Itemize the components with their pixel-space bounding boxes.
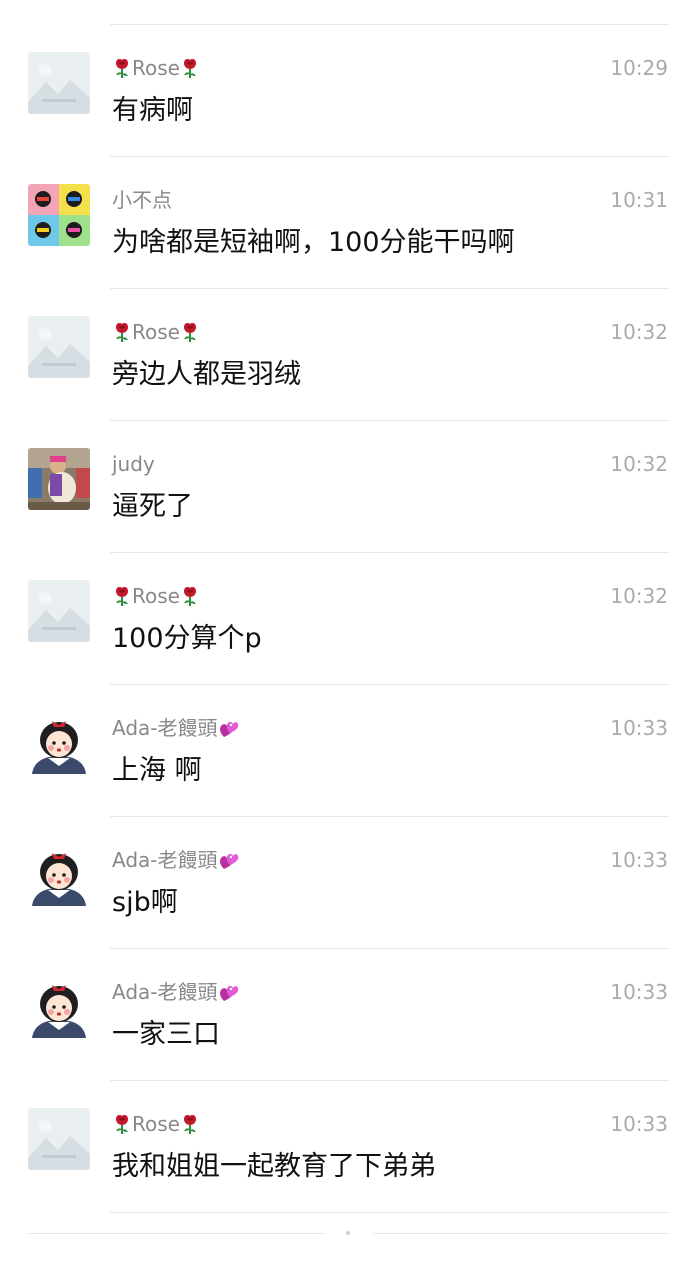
message-item[interactable]: Rose 10:29 有病啊	[0, 25, 697, 157]
avatar-kid-photo[interactable]	[28, 448, 90, 510]
message-item[interactable]: Rose 10:33 我和姐姐一起教育了下弟弟	[0, 1081, 697, 1213]
rose-icon	[112, 585, 132, 607]
rose-icon	[112, 1113, 132, 1135]
heart-icon	[218, 981, 238, 1003]
avatar-placeholder-image[interactable]	[28, 1108, 90, 1170]
rose-icon	[180, 57, 200, 79]
message-text[interactable]: 有病啊	[112, 93, 193, 129]
message-time: 10:32	[610, 320, 668, 344]
message-item[interactable]: Rose 10:32 旁边人都是羽绒	[0, 289, 697, 421]
sender-name[interactable]: Rose	[112, 55, 200, 81]
heart-icon	[218, 717, 238, 739]
message-time: 10:33	[610, 980, 668, 1004]
avatar-cartoon-girl[interactable]	[28, 712, 90, 774]
sender-name[interactable]: Rose	[112, 1111, 200, 1137]
message-item[interactable]: Rose 10:32 100分算个p	[0, 553, 697, 685]
message-time: 10:33	[610, 1112, 668, 1136]
message-item[interactable]: judy 10:32 逼死了	[0, 421, 697, 553]
message-text[interactable]: 上海 啊	[112, 753, 202, 789]
message-time: 10:31	[610, 188, 668, 212]
message-text[interactable]: 为啥都是短袖啊，100分能干吗啊	[112, 225, 515, 261]
message-time: 10:32	[610, 452, 668, 476]
message-item[interactable]: Ada-老饅頭 10:33 一家三口	[0, 949, 697, 1081]
message-item[interactable]: Ada-老饅頭 10:33 sjb啊	[0, 817, 697, 949]
rose-icon	[180, 585, 200, 607]
sender-name[interactable]: Rose	[112, 583, 200, 609]
message-time: 10:33	[610, 716, 668, 740]
sender-name[interactable]: Ada-老饅頭	[112, 847, 238, 873]
divider	[110, 1212, 669, 1213]
sender-name[interactable]: Rose	[112, 319, 200, 345]
avatar-placeholder-image[interactable]	[28, 580, 90, 642]
sender-name[interactable]: Ada-老饅頭	[112, 979, 238, 1005]
message-text[interactable]: 一家三口	[112, 1017, 220, 1053]
sender-name[interactable]: judy	[112, 451, 155, 477]
message-text[interactable]: 旁边人都是羽绒	[112, 357, 301, 393]
message-item[interactable]: Ada-老饅頭 10:33 上海 啊	[0, 685, 697, 817]
message-item[interactable]: 小不点 10:31 为啥都是短袖啊，100分能干吗啊	[0, 157, 697, 289]
rose-icon	[112, 321, 132, 343]
avatar-cartoon-girl[interactable]	[28, 844, 90, 906]
message-text[interactable]: 逼死了	[112, 489, 193, 525]
end-divider-right	[373, 1233, 669, 1234]
end-divider-left	[28, 1233, 325, 1234]
message-text[interactable]: 100分算个p	[112, 621, 262, 657]
sender-name[interactable]: Ada-老饅頭	[112, 715, 238, 741]
avatar-placeholder-image[interactable]	[28, 316, 90, 378]
avatar-cartoon-girl[interactable]	[28, 976, 90, 1038]
avatar-placeholder-image[interactable]	[28, 52, 90, 114]
message-time: 10:32	[610, 584, 668, 608]
rose-icon	[180, 321, 200, 343]
rose-icon	[180, 1113, 200, 1135]
message-text[interactable]: 我和姐姐一起教育了下弟弟	[112, 1149, 436, 1185]
sender-name[interactable]: 小不点	[112, 187, 172, 213]
message-time: 10:33	[610, 848, 668, 872]
rose-icon	[112, 57, 132, 79]
message-time: 10:29	[610, 56, 668, 80]
end-dot	[346, 1231, 350, 1235]
heart-icon	[218, 849, 238, 871]
avatar-four-panel-photo[interactable]	[28, 184, 90, 246]
message-text[interactable]: sjb啊	[112, 885, 178, 921]
